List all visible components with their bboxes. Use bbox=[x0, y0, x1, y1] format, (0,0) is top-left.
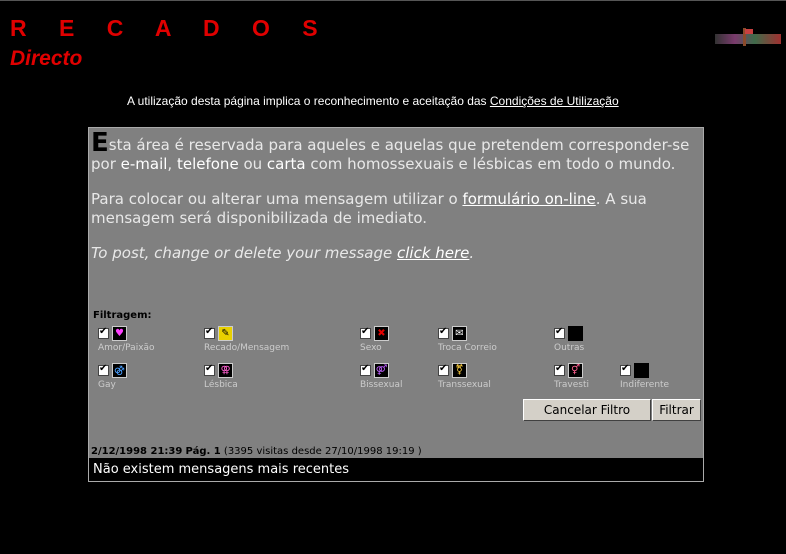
filter-travesti-label: Travesti bbox=[554, 380, 589, 390]
filter-amor-checkbox[interactable] bbox=[98, 326, 109, 339]
filter-amor-label: Amor/Paixão bbox=[98, 343, 155, 353]
filter-correio-label: Troca Correio bbox=[438, 343, 497, 353]
intro-sep-2: ou bbox=[238, 155, 267, 173]
click-here-link[interactable]: click here bbox=[397, 244, 469, 262]
online-form-link[interactable]: formulário on-line bbox=[462, 190, 595, 208]
intro-paragraph-1: Esta área é reservada para aqueles e aqu… bbox=[91, 130, 701, 174]
filter-sexo-checkbox[interactable] bbox=[360, 326, 371, 339]
terms-notice-text: A utilização desta página implica o reco… bbox=[127, 94, 490, 108]
english-text-b: . bbox=[469, 244, 475, 262]
other-icon bbox=[568, 326, 583, 341]
filter-recado-checkbox[interactable] bbox=[204, 326, 215, 339]
status-visits: (3395 visitas desde 27/10/1998 19:19 ) bbox=[223, 446, 422, 457]
sex-icon: ✖ bbox=[374, 326, 389, 341]
filter-bissexual: ⚤ Bissexual bbox=[360, 363, 402, 390]
filter-gay: ⚣ Gay bbox=[98, 363, 127, 390]
filter-gay-checkbox[interactable] bbox=[98, 363, 109, 376]
status-datetime: 2/12/1998 21:39 bbox=[91, 446, 183, 457]
filter-transsexual-checkbox[interactable] bbox=[438, 363, 449, 376]
filter-correio-checkbox[interactable] bbox=[438, 326, 449, 339]
main-panel: Esta área é reservada para aqueles e aqu… bbox=[88, 127, 704, 482]
intro-text-b: com homossexuais e lésbicas em todo o mu… bbox=[305, 155, 676, 173]
filter-recado-label: Recado/Mensagem bbox=[204, 343, 290, 353]
filter-lesbica-checkbox[interactable] bbox=[204, 363, 215, 376]
filter-amor: ♥ Amor/Paixão bbox=[98, 326, 155, 353]
filter-indiferente-label: Indiferente bbox=[620, 380, 670, 390]
filter-indiferente: Indiferente bbox=[620, 363, 669, 390]
intro-paragraph-2: Para colocar ou alterar uma mensagem uti… bbox=[91, 190, 701, 228]
logo-icon[interactable] bbox=[715, 26, 781, 48]
intro-text: Esta área é reservada para aqueles e aqu… bbox=[91, 130, 701, 279]
indifferent-icon bbox=[634, 363, 649, 378]
filter-label: Filtragem: bbox=[93, 310, 152, 321]
site-subtitle: Directo bbox=[10, 47, 83, 70]
filter-travesti: ⚥ Travesti bbox=[554, 363, 589, 390]
filter-sexo-label: Sexo bbox=[360, 343, 382, 353]
filter-recado: ✎ Recado/Mensagem bbox=[204, 326, 289, 353]
drop-cap: E bbox=[91, 128, 109, 158]
mail-icon: ✉ bbox=[452, 326, 467, 341]
phone-term: telefone bbox=[176, 155, 239, 173]
cancel-filter-button[interactable]: Cancelar Filtro bbox=[523, 399, 651, 421]
filter-bissexual-label: Bissexual bbox=[360, 380, 403, 390]
status-page: Pág. 1 bbox=[185, 446, 221, 457]
intro-sep-1: , bbox=[167, 155, 177, 173]
filter-bissexual-checkbox[interactable] bbox=[360, 363, 371, 376]
filter-transsexual: ⚧ Transsexual bbox=[438, 363, 491, 390]
filter-travesti-checkbox[interactable] bbox=[554, 363, 565, 376]
travesti-icon: ⚥ bbox=[568, 363, 583, 378]
filter-outras-label: Outras bbox=[554, 343, 585, 353]
lesbian-icon: ⚢ bbox=[218, 363, 233, 378]
form-text-a: Para colocar ou alterar uma mensagem uti… bbox=[91, 190, 463, 208]
filter-lesbica: ⚢ Lésbica bbox=[204, 363, 238, 390]
messages-empty: Não existem mensagens mais recentes bbox=[89, 458, 703, 481]
filter-gay-label: Gay bbox=[98, 380, 116, 390]
terms-link[interactable]: Condições de Utilização bbox=[490, 94, 619, 108]
gay-icon: ⚣ bbox=[112, 363, 127, 378]
filter-lesbica-label: Lésbica bbox=[204, 380, 238, 390]
status-line: 2/12/1998 21:39 Pág. 1 (3395 visitas des… bbox=[91, 446, 422, 457]
letter-term: carta bbox=[266, 155, 306, 173]
filter-sexo: ✖ Sexo bbox=[360, 326, 389, 353]
terms-notice: A utilização desta página implica o reco… bbox=[127, 94, 619, 108]
site-title: R E C A D O S bbox=[10, 15, 331, 41]
english-text-a: To post, change or delete your message bbox=[91, 244, 397, 262]
bisexual-icon: ⚤ bbox=[374, 363, 389, 378]
filter-indiferente-checkbox[interactable] bbox=[620, 363, 631, 376]
heart-icon: ♥ bbox=[112, 326, 127, 341]
note-icon: ✎ bbox=[218, 326, 233, 341]
filter-correio: ✉ Troca Correio bbox=[438, 326, 497, 353]
email-term: e-mail bbox=[120, 155, 168, 173]
filter-transsexual-label: Transsexual bbox=[438, 380, 491, 390]
apply-filter-button[interactable]: Filtrar bbox=[652, 399, 701, 421]
intro-paragraph-3: To post, change or delete your message c… bbox=[91, 244, 701, 263]
transsexual-icon: ⚧ bbox=[452, 363, 467, 378]
filter-outras-checkbox[interactable] bbox=[554, 326, 565, 339]
filter-outras: Outras bbox=[554, 326, 584, 353]
